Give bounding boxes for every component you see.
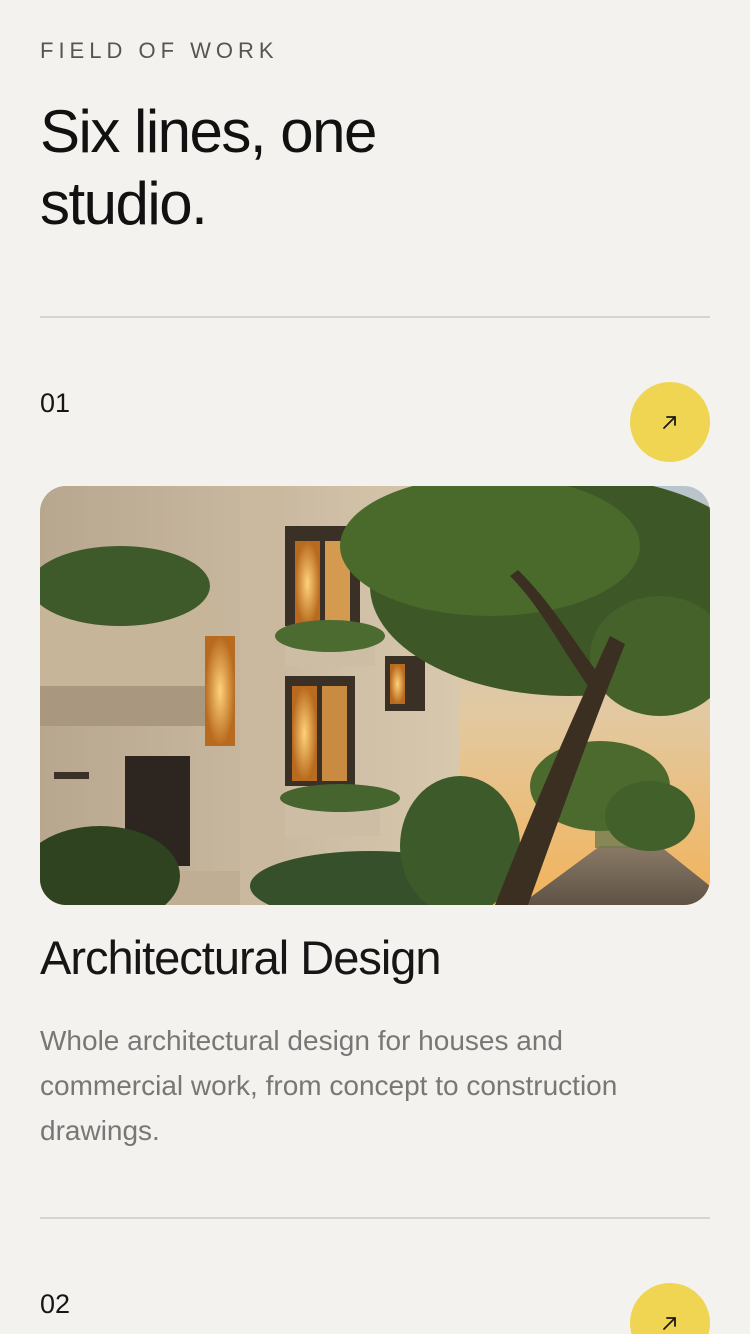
divider — [40, 1217, 710, 1219]
service-description: Whole architectural design for houses an… — [40, 1025, 618, 1146]
service-open-button[interactable] — [630, 1283, 710, 1334]
section-headline: Six lines, one studio. — [40, 98, 377, 237]
service-image — [40, 486, 710, 905]
service-index: 01 — [40, 388, 71, 418]
divider — [40, 316, 710, 318]
services-page: FIELD OF WORK Six lines, one studio. 01 — [0, 0, 750, 1334]
arrow-up-right-icon — [663, 416, 676, 429]
service-index: 02 — [40, 1289, 71, 1319]
section-eyebrow: FIELD OF WORK — [40, 38, 279, 63]
service-open-button[interactable] — [630, 382, 710, 462]
arrow-up-right-icon — [663, 1317, 676, 1330]
service-title: Architectural Design — [40, 931, 442, 984]
